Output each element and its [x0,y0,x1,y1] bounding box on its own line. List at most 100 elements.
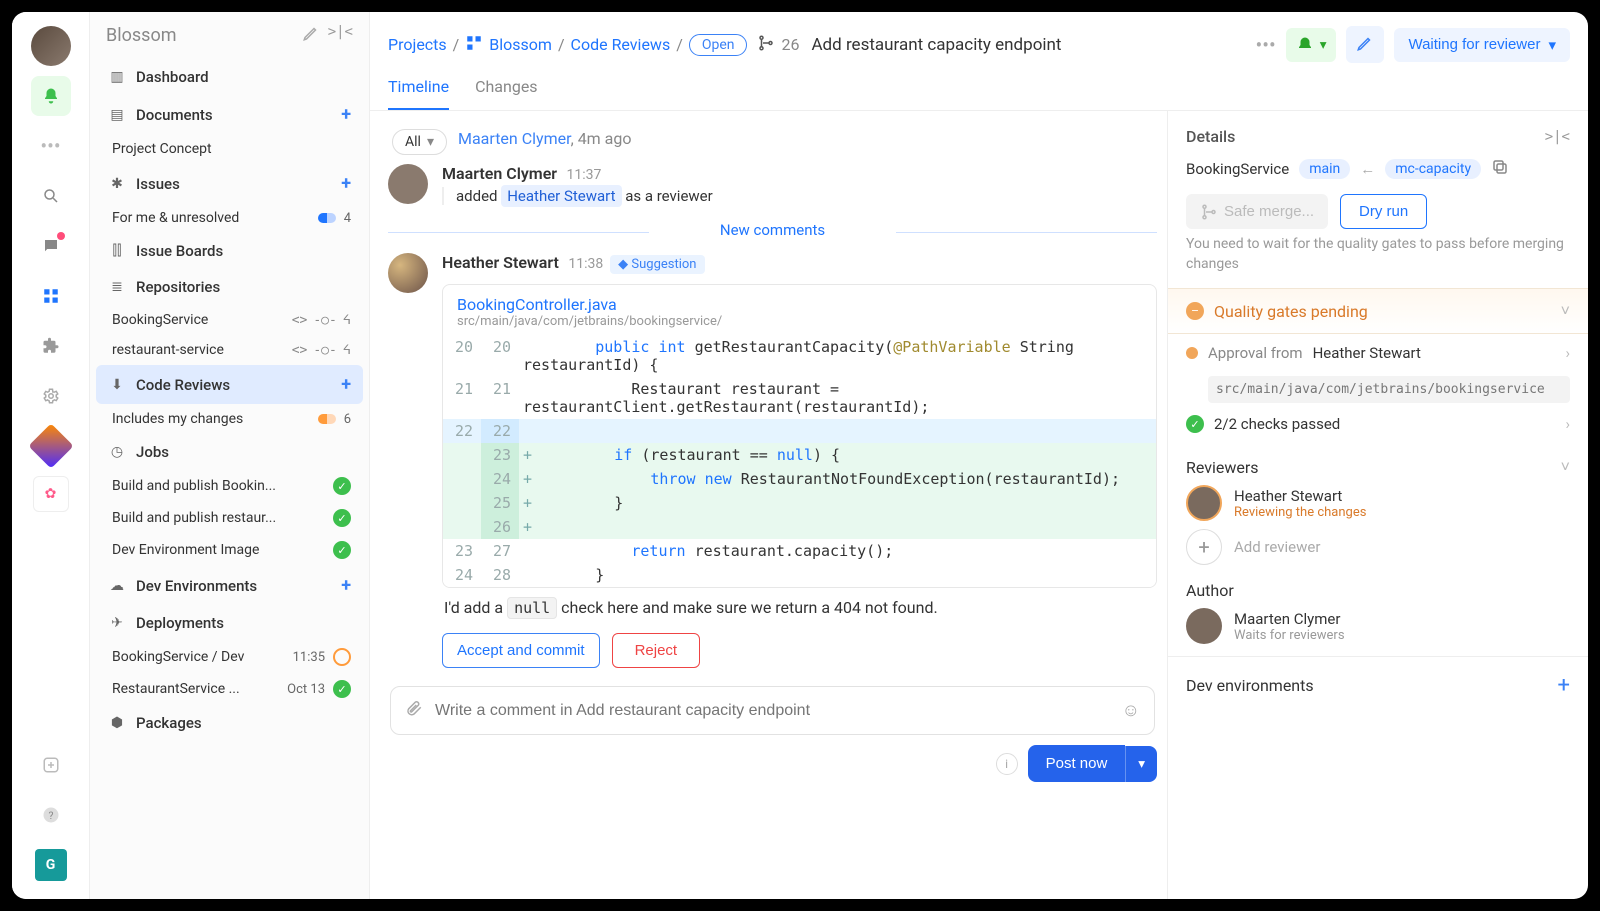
chevron-right-icon: › [1565,415,1570,433]
post-button[interactable]: Post now [1028,745,1126,782]
sidebar-header: Blossom >|< [90,12,369,55]
comment-input[interactable] [435,702,1110,720]
sidebar-sub[interactable]: Project Concept [96,134,363,164]
author-heading: Author [1186,581,1570,600]
more-actions-icon[interactable]: ••• [1256,33,1276,57]
tab-timeline[interactable]: Timeline [388,77,449,110]
sidebar-sub[interactable]: Dev Environment Image✓ [96,534,363,566]
add-icon[interactable]: + [341,173,351,194]
target-branch[interactable]: main [1299,159,1350,179]
add-devenv-icon[interactable]: + [1558,673,1570,698]
bell-icon[interactable] [31,76,71,116]
job-icon: ◷ [108,444,126,460]
breadcrumb-section[interactable]: Code Reviews [571,35,671,54]
comment-composer: ☺ [390,686,1155,735]
dry-run-button[interactable]: Dry run [1340,194,1427,229]
entry-avatar [388,164,428,204]
brand-icon[interactable]: G [31,845,71,885]
repo-icon: ≣ [108,279,126,295]
sidebar-item-packages[interactable]: ⬢ Packages [96,705,363,741]
suggestion-message: I'd add a null check here and make sure … [442,588,1157,627]
sidebar-sub[interactable]: Includes my changes 6 [96,404,363,434]
more-icon[interactable]: ••• [31,126,71,166]
add-icon[interactable]: + [341,374,351,395]
status-badge: Open [689,34,748,56]
user-mention[interactable]: Heather Stewart [501,185,621,207]
settings-icon[interactable] [31,376,71,416]
attach-icon[interactable] [405,699,423,722]
page-title: Add restaurant capacity endpoint [811,35,1061,55]
add-workspace-icon[interactable] [31,745,71,785]
filter-chip[interactable]: All▾ [392,129,447,155]
deploy-icon: ✈ [108,615,126,631]
prev-entry[interactable]: Maarten Clymer, 4m ago [388,125,1157,158]
breadcrumb-projects[interactable]: Projects [388,35,447,54]
sidebar-sub[interactable]: restaurant-service<>-○-ᔦ [96,335,363,365]
post-dropdown[interactable]: ▾ [1125,746,1157,782]
sidebar-item-documents[interactable]: ▤ Documents + [96,95,363,134]
author-row[interactable]: Maarten Clymer Waits for reviewers [1186,608,1570,644]
help-icon[interactable]: ? [31,795,71,835]
reject-button[interactable]: Reject [612,633,701,668]
copy-branch-icon[interactable] [1491,158,1509,180]
quality-gates-toggle[interactable]: – Quality gates pending ˅ [1186,301,1570,321]
search-icon[interactable] [31,176,71,216]
reviewer-row[interactable]: Heather Stewart Reviewing the changes [1186,485,1570,521]
extensions-icon[interactable] [31,326,71,366]
breadcrumb-project[interactable]: Blossom [489,35,552,54]
workspace-icon[interactable]: ✿ [33,476,69,512]
cloud-icon: ☁ [108,578,126,594]
chat-icon[interactable] [31,226,71,266]
add-icon[interactable]: + [341,575,351,596]
sidebar-item-code-reviews[interactable]: ⬇ Code Reviews + [96,365,363,404]
product-icon[interactable] [31,426,71,466]
sidebar-item-issues[interactable]: ✱ Issues + [96,164,363,203]
project-sidebar: Blossom >|< ▥ Dashboard ▤ Documents +Pro… [90,12,370,899]
info-icon[interactable]: i [996,753,1018,775]
edit-title-button[interactable] [1346,26,1384,63]
accept-button[interactable]: Accept and commit [442,633,600,668]
reviewers-heading[interactable]: Reviewers˅ [1186,457,1570,477]
emoji-icon[interactable]: ☺ [1122,700,1140,721]
user-avatar[interactable] [31,26,71,66]
pending-dot-icon [1186,347,1198,359]
topbar: Projects / Blossom / Code Reviews / Open… [370,12,1588,111]
checks-row[interactable]: ✓ 2/2 checks passed › [1186,405,1570,443]
svg-text:?: ? [48,809,53,822]
arrow-icon: ← [1360,160,1375,178]
sidebar-item-issue-boards[interactable]: ⫿⫿ Issue Boards [96,233,363,269]
ci-status-button[interactable]: ▾ [1286,28,1337,62]
add-icon[interactable]: + [341,104,351,125]
sidebar-item-dashboard[interactable]: ▥ Dashboard [96,59,363,95]
dev-environments-row[interactable]: Dev environments + [1168,656,1588,698]
sidebar-sub[interactable]: RestaurantService ...Oct 13 ✓ [96,673,363,705]
collapse-sidebar-icon[interactable]: >|< [328,24,353,47]
collapse-details-icon[interactable]: >|< [1545,129,1570,145]
add-reviewer-row[interactable]: + Add reviewer [1186,529,1570,565]
sidebar-sub[interactable]: Build and publish restaur...✓ [96,502,363,534]
timeline-entry: Maarten Clymer 11:37added Heather Stewar… [388,164,1157,205]
sidebar-sub[interactable]: For me & unresolved 4 [96,203,363,233]
new-comments-divider: New comments [388,217,1157,247]
timeline-entry: Heather Stewart 11:38 ◆ SuggestionBookin… [388,253,1157,668]
sidebar-item-deployments[interactable]: ✈ Deployments [96,605,363,641]
suggestion-badge: ◆ Suggestion [610,255,704,274]
add-reviewer-icon[interactable]: + [1186,529,1222,565]
sidebar-sub[interactable]: Build and publish Bookin...✓ [96,470,363,502]
tab-changes[interactable]: Changes [475,77,538,110]
sidebar-sub[interactable]: BookingService / Dev11:35 [96,641,363,673]
timeline-pane: All▾ Maarten Clymer, 4m ago Maarten Clym… [370,111,1168,899]
edit-icon[interactable] [302,24,320,47]
workspace-name: Blossom [106,25,177,46]
board-icon: ⫿⫿ [108,243,126,259]
sidebar-item-jobs[interactable]: ◷ Jobs [96,434,363,470]
details-heading: Details >|< [1186,127,1570,146]
sidebar-item-repositories[interactable]: ≣ Repositories [96,269,363,305]
diff-file-link[interactable]: BookingController.java [457,295,1142,314]
sidebar-item-dev-environments[interactable]: ☁ Dev Environments + [96,566,363,605]
apps-icon[interactable] [31,276,71,316]
sidebar-sub[interactable]: BookingService<>-○-ᔦ [96,305,363,335]
state-dropdown[interactable]: Waiting for reviewer▾ [1394,28,1570,62]
source-branch[interactable]: mc-capacity [1385,159,1481,179]
approval-row[interactable]: Approval from Heather Stewart › [1186,334,1570,372]
